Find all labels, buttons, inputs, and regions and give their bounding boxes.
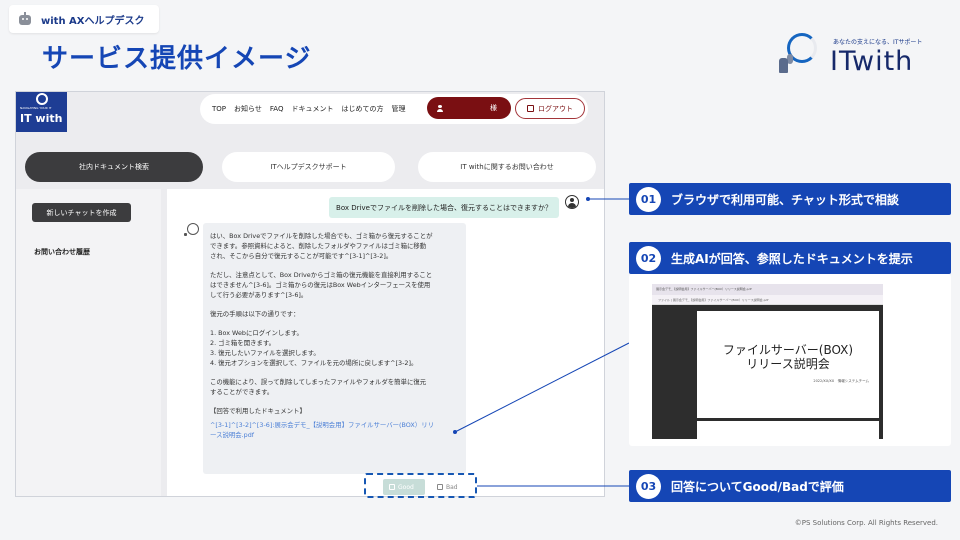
pdf-tab-title: 展示会デモ_【説明会用】ファイルサーバー(BOX）リリース説明会.pdf <box>656 287 752 291</box>
callout-02: 02 生成AIが回答、参照したドキュメントを提示 <box>629 242 951 274</box>
callout-01: 01 ブラウザで利用可能、チャット形式で相談 <box>629 183 951 215</box>
pdf-tab-bar: 展示会デモ_【説明会用】ファイルサーバー(BOX）リリース説明会.pdf <box>652 284 883 295</box>
document-preview-panel: 展示会デモ_【説明会用】ファイルサーバー(BOX）リリース説明会.pdf ファイ… <box>629 274 951 446</box>
document-preview-browser: 展示会デモ_【説明会用】ファイルサーバー(BOX）リリース説明会.pdf ファイ… <box>652 284 883 439</box>
pdf-address-bar: ファイル | 展示会デモ_【説明会用】ファイルサーバー(BOX）リリース説明会.… <box>652 295 883 305</box>
callout-01-text: ブラウザで利用可能、チャット形式で相談 <box>671 192 899 207</box>
pdf-title-line2: リリース説明会 <box>746 357 830 371</box>
pdf-page: ファイルサーバー(BOX) リリース説明会 2022/XX/XX 情報システムチ… <box>697 311 879 418</box>
connector-01-dot <box>586 197 590 201</box>
callout-03-number: 03 <box>636 473 661 499</box>
callout-03-text: 回答についてGood/Badで評価 <box>671 479 844 494</box>
callout-03: 03 回答についてGood/Badで評価 <box>629 470 951 502</box>
copyright: ©PS Solutions Corp. All Rights Reserved. <box>794 519 938 527</box>
pdf-address-text: ファイル | 展示会デモ_【説明会用】ファイルサーバー(BOX）リリース説明会.… <box>658 298 769 302</box>
pdf-page-next <box>697 421 879 439</box>
connector-02-dot <box>453 430 457 434</box>
callout-01-number: 01 <box>636 186 661 212</box>
callout-02-number: 02 <box>636 245 661 271</box>
connector-02 <box>454 342 630 433</box>
callout-02-text: 生成AIが回答、参照したドキュメントを提示 <box>671 251 913 266</box>
pdf-date-line: 2022/XX/XX 情報システムチーム <box>813 379 869 383</box>
